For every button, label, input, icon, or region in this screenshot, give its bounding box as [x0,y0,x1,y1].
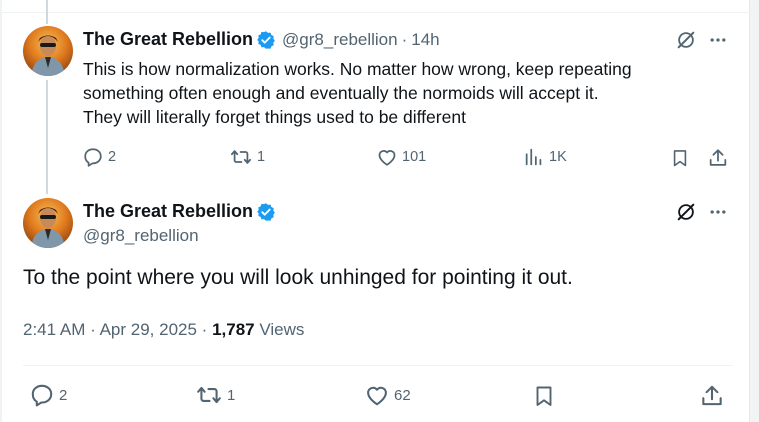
tweet-text-line: They will literally forget things used t… [83,107,466,127]
reply-count: 2 [59,386,68,404]
grok-icon[interactable] [674,200,698,224]
left-edge [0,0,2,422]
views-count: 1K [549,149,567,165]
avatar[interactable] [23,198,73,248]
avatar[interactable] [23,26,73,76]
like-button[interactable]: 62 [364,382,411,408]
like-icon [378,150,396,166]
reply-button[interactable]: 2 [82,146,116,168]
separator: · [401,29,408,49]
avatar-image [31,207,65,248]
reply-count: 2 [108,149,117,165]
display-name[interactable]: The Great Rebellion [83,29,253,50]
like-button[interactable]: 101 [376,146,426,168]
main-handle-row: @gr8_rebellion [83,226,199,246]
like-icon [367,386,387,406]
tweet-text: This is how normalization works. No matt… [83,57,703,129]
views-button[interactable]: 1K [523,146,567,168]
thread-line-middle [46,80,48,194]
tweet-meta: 2:41 AM · Apr 29, 2025 · 1,787 Views [23,320,304,340]
views-icon [525,148,542,166]
like-count: 62 [394,386,411,404]
divider [23,365,733,366]
more-icon[interactable] [706,200,730,224]
views-count: 1,787 [212,320,255,339]
repost-count: 1 [257,149,266,165]
share-icon[interactable] [706,146,730,170]
timestamp[interactable]: 14h [411,30,439,50]
avatar-image [31,35,65,76]
reply-icon [31,384,53,407]
reply-header: The Great Rebellion @gr8_rebellion · 14h [83,29,440,50]
previous-tweet-divider [0,0,750,13]
handle[interactable]: @gr8_rebellion [282,30,398,50]
repost-icon [197,386,221,404]
share-icon[interactable] [698,382,726,410]
tweet-text-line: something often enough and eventually th… [83,83,599,103]
tweet-text: To the point where you will look unhinge… [23,266,573,289]
more-icon[interactable] [706,28,730,52]
reply-icon [84,148,102,167]
scrollbar-track[interactable] [749,0,759,422]
display-name[interactable]: The Great Rebellion [83,201,253,222]
main-name-row: The Great Rebellion [83,201,276,222]
timestamp[interactable]: 2:41 AM [23,320,85,339]
tweet-text-line: This is how normalization works. No matt… [83,59,632,79]
thread-line-top [46,0,48,24]
verified-badge-icon[interactable] [256,202,276,222]
reply-button[interactable]: 2 [29,382,67,408]
views-label: Views [259,320,305,339]
verified-badge-icon[interactable] [256,30,276,50]
repost-button[interactable]: 1 [229,146,265,168]
like-count: 101 [402,149,427,165]
repost-count: 1 [227,386,236,404]
bookmark-icon[interactable] [530,382,558,410]
bookmark-icon[interactable] [668,146,692,170]
separator: · [90,320,96,339]
grok-icon[interactable] [674,28,698,52]
handle[interactable]: @gr8_rebellion [83,226,199,246]
separator: · [201,320,208,339]
repost-button[interactable]: 1 [195,382,235,408]
date[interactable]: Apr 29, 2025 [100,320,197,339]
repost-icon [230,150,252,164]
